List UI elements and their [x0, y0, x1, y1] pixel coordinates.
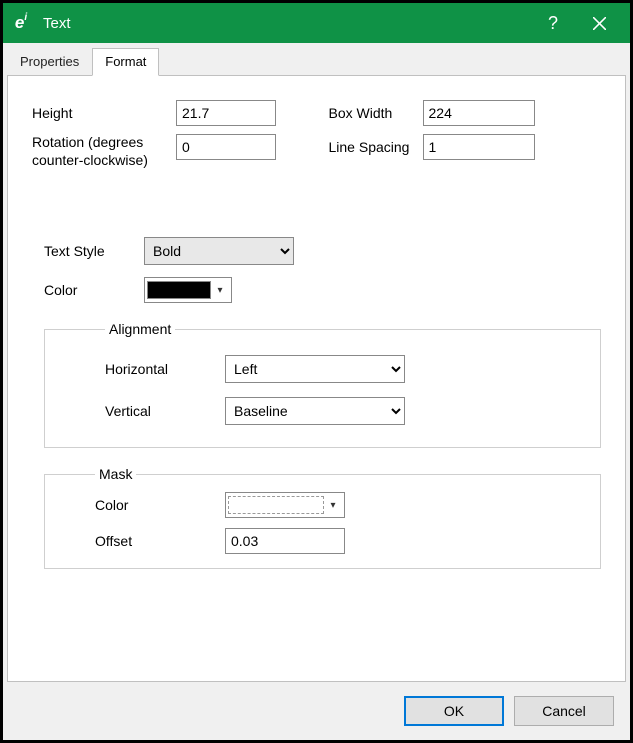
- mask-group: Mask Color ▾ Offset: [44, 466, 601, 569]
- tab-properties[interactable]: Properties: [7, 48, 92, 76]
- vertical-select[interactable]: Baseline: [225, 397, 405, 425]
- alignment-group: Alignment Horizontal Left Vertical Basel…: [44, 321, 601, 448]
- mask-color-label: Color: [95, 497, 225, 513]
- help-button[interactable]: ?: [530, 3, 576, 43]
- box-width-input[interactable]: [423, 100, 535, 126]
- window-title: Text: [43, 15, 530, 32]
- client-area: Properties Format Height Rotation (degre…: [3, 43, 630, 740]
- offset-input[interactable]: [225, 528, 345, 554]
- tab-panel-format: Height Rotation (degrees counter-clockwi…: [7, 75, 626, 682]
- chevron-down-icon: ▾: [324, 500, 342, 511]
- mask-color-select[interactable]: ▾: [225, 492, 345, 518]
- close-button[interactable]: [576, 3, 622, 43]
- mask-color-swatch: [228, 496, 324, 514]
- rotation-input[interactable]: [176, 134, 276, 160]
- text-style-label: Text Style: [44, 243, 144, 259]
- app-icon: ei: [9, 11, 33, 35]
- line-spacing-label: Line Spacing: [317, 139, 423, 155]
- color-swatch: [147, 281, 211, 299]
- close-icon: [593, 17, 606, 30]
- tab-format[interactable]: Format: [92, 48, 159, 76]
- height-input[interactable]: [176, 100, 276, 126]
- horizontal-select[interactable]: Left: [225, 355, 405, 383]
- titlebar: ei Text ?: [3, 3, 630, 43]
- height-label: Height: [24, 105, 176, 121]
- offset-label: Offset: [95, 533, 225, 549]
- line-spacing-input[interactable]: [423, 134, 535, 160]
- rotation-label: Rotation (degrees counter-clockwise): [24, 134, 176, 169]
- mask-legend: Mask: [95, 466, 136, 482]
- dialog-window: ei Text ? Properties Format Height: [0, 0, 633, 743]
- ok-button[interactable]: OK: [404, 696, 504, 726]
- color-select[interactable]: ▾: [144, 277, 232, 303]
- tabs-row: Properties Format: [5, 45, 628, 75]
- chevron-down-icon: ▾: [211, 285, 229, 296]
- text-style-select[interactable]: Bold: [144, 237, 294, 265]
- color-label: Color: [44, 282, 144, 298]
- dialog-buttons: OK Cancel: [5, 684, 628, 738]
- box-width-label: Box Width: [317, 105, 423, 121]
- vertical-label: Vertical: [105, 403, 225, 419]
- cancel-button[interactable]: Cancel: [514, 696, 614, 726]
- horizontal-label: Horizontal: [105, 361, 225, 377]
- alignment-legend: Alignment: [105, 321, 175, 337]
